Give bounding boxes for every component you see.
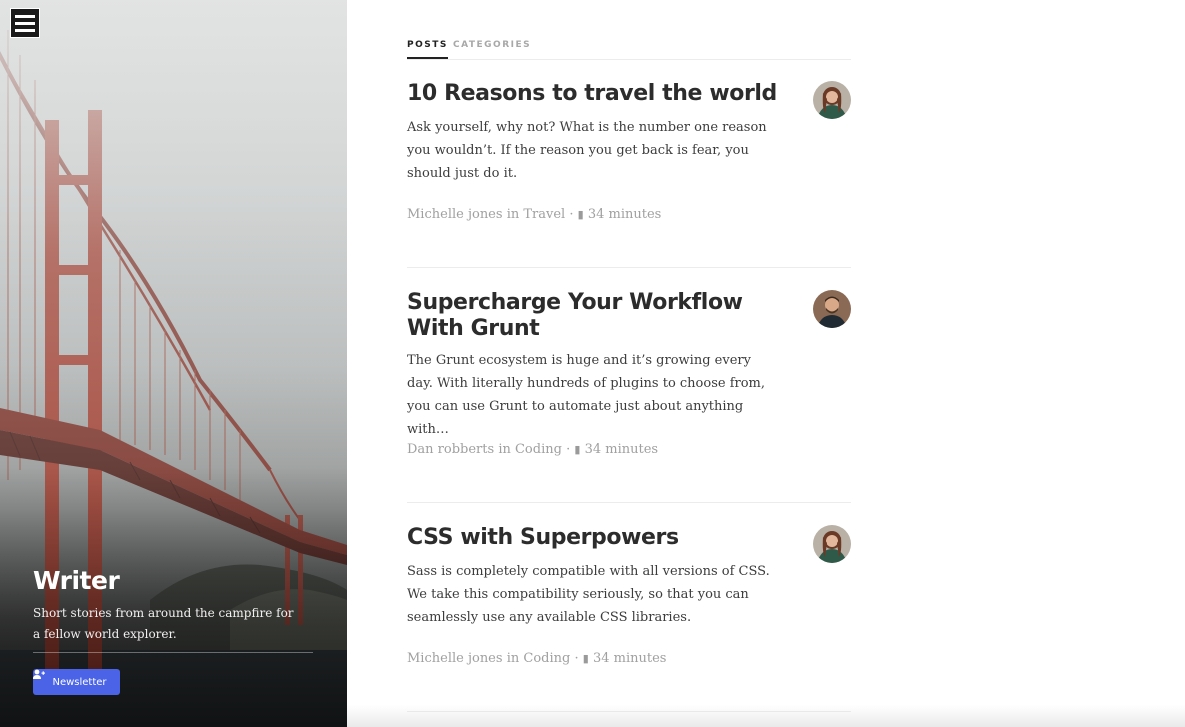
post-in: in xyxy=(498,442,511,457)
meta-separator: · xyxy=(574,651,579,666)
post-divider xyxy=(407,502,851,503)
post-meta: Michelle jones in Travel · ▮ 34 minutes xyxy=(407,207,661,222)
post-excerpt: Ask yourself, why not? What is the numbe… xyxy=(407,120,767,181)
menu-bar xyxy=(15,28,35,32)
site-description: Short stories from around the campfire f… xyxy=(33,606,294,641)
post-author[interactable]: Michelle jones xyxy=(407,207,503,222)
hero-divider xyxy=(33,652,313,653)
menu-bar xyxy=(15,14,35,18)
meta-separator: · xyxy=(566,442,571,457)
post-card: 10 Reasons to travel the world Ask yours… xyxy=(407,81,851,222)
post-author[interactable]: Michelle jones xyxy=(407,651,503,666)
post-excerpt: Sass is completely compatible with all v… xyxy=(407,564,770,625)
bookmark-icon: ▮ xyxy=(574,443,581,456)
tab-categories[interactable]: CATEGORIES xyxy=(453,40,531,57)
menu-bar xyxy=(15,21,35,25)
post-category[interactable]: Coding xyxy=(515,442,562,457)
newsletter-label: Newsletter xyxy=(52,676,107,688)
hamburger-menu-icon[interactable] xyxy=(10,8,40,38)
read-time: 34 minutes xyxy=(587,207,662,222)
post-card: CSS with Superpowers Sass is completely … xyxy=(407,525,851,666)
post-meta: Dan robberts in Coding · ▮ 34 minutes xyxy=(407,442,658,457)
post-category[interactable]: Travel xyxy=(523,207,565,222)
woman-avatar[interactable] xyxy=(813,81,851,119)
post-divider xyxy=(407,267,851,268)
man-avatar[interactable] xyxy=(813,290,851,328)
post-title[interactable]: CSS with Superpowers xyxy=(407,525,777,551)
woman-avatar[interactable] xyxy=(813,525,851,563)
newsletter-button[interactable]: Newsletter xyxy=(33,669,120,695)
site-title: Writer xyxy=(33,566,120,595)
bookmark-icon: ▮ xyxy=(577,208,584,221)
read-time: 34 minutes xyxy=(584,442,659,457)
feed-tabs: POSTS CATEGORIES xyxy=(407,38,851,60)
page-bottom-fade xyxy=(347,705,1185,727)
post-title[interactable]: 10 Reasons to travel the world xyxy=(407,81,777,107)
tab-posts[interactable]: POSTS xyxy=(407,40,448,59)
post-title[interactable]: Supercharge Your Workflow With Grunt xyxy=(407,290,777,342)
post-card: Supercharge Your Workflow With Grunt The… xyxy=(407,290,851,457)
post-in: in xyxy=(506,651,520,666)
hero-panel: Writer Short stories from around the cam… xyxy=(0,0,347,727)
post-meta: Michelle jones in Coding · ▮ 34 minutes xyxy=(407,651,666,666)
read-time: 34 minutes xyxy=(592,651,667,666)
post-author[interactable]: Dan robberts xyxy=(407,442,494,457)
bookmark-icon: ▮ xyxy=(582,652,589,665)
post-category[interactable]: Coding xyxy=(523,651,570,666)
meta-separator: · xyxy=(569,207,574,222)
post-in: in xyxy=(506,207,520,222)
post-excerpt: The Grunt ecosystem is huge and it’s gro… xyxy=(407,353,766,437)
